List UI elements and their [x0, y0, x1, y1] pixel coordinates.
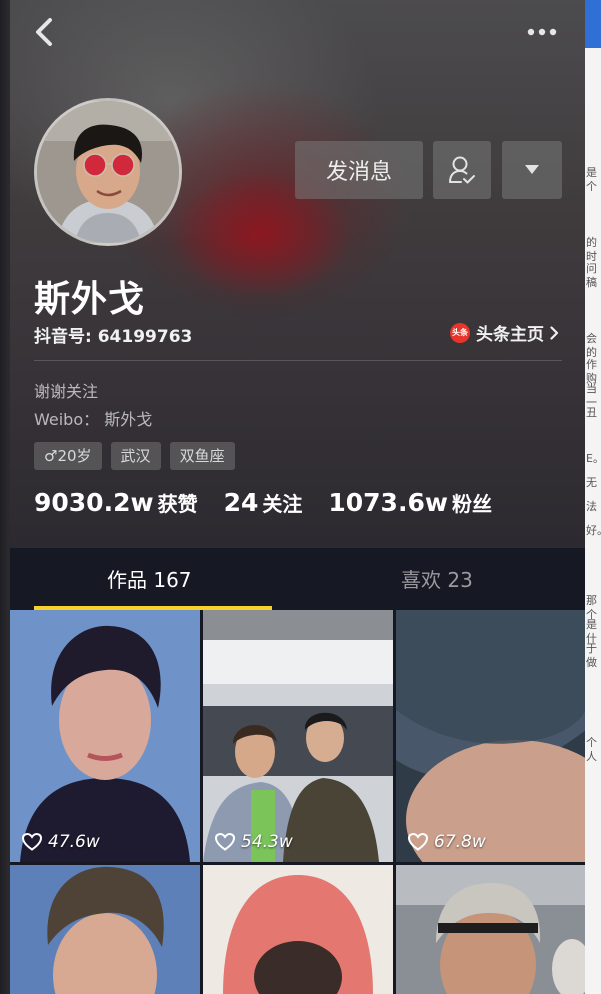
tag-gender-age: ♂20岁	[34, 442, 102, 470]
more-dropdown-button[interactable]	[502, 141, 562, 199]
toutiao-homepage-link[interactable]: 头条 头条主页	[450, 320, 559, 345]
more-options-icon[interactable]	[526, 24, 558, 40]
video-frame	[203, 610, 393, 862]
stat-number: 9030.2w	[34, 488, 154, 517]
tag-zodiac: 双鱼座	[169, 442, 235, 470]
likes-count: 67.8w	[434, 832, 486, 852]
video-frame	[10, 610, 200, 862]
stat-number: 24	[223, 488, 259, 517]
stat-label: 关注	[262, 492, 303, 516]
send-message-button[interactable]: 发消息	[295, 141, 423, 199]
content-tabs: 作品 167 喜欢 23	[10, 548, 585, 610]
back-icon[interactable]	[32, 16, 60, 48]
avatar-portrait	[37, 101, 179, 243]
bio-line: 谢谢关注	[34, 382, 99, 401]
video-grid: 47.6w 54.3w 67.8w	[10, 610, 585, 994]
douyin-id: 抖音号: 64199763	[34, 327, 193, 347]
background-document: 是个 的时 问稿 会的 作购 当一 丑 E。 无 法 好。 那个 是什 于做 个…	[585, 0, 601, 994]
video-thumbnail[interactable]: 47.6w	[10, 610, 200, 862]
tag-location: 武汉	[110, 442, 161, 470]
video-thumbnail[interactable]: 67.8w	[396, 610, 585, 862]
video-thumbnail[interactable]	[396, 865, 585, 994]
divider	[34, 360, 562, 361]
background-text: 于做	[586, 642, 597, 669]
background-text: 好。	[586, 524, 601, 537]
top-bar	[10, 0, 585, 64]
profile-name: 斯外戈	[34, 279, 146, 320]
background-text: 法	[586, 500, 597, 513]
video-frame	[396, 865, 585, 994]
stat-followers[interactable]: 1073.6w 粉丝	[328, 488, 492, 517]
background-text: 丑	[586, 406, 597, 419]
background-text: 个人	[586, 736, 597, 763]
video-likes: 67.8w	[408, 832, 486, 852]
stat-label: 获赞	[157, 492, 198, 516]
background-text: 问稿	[586, 262, 597, 289]
stat-number: 1073.6w	[328, 488, 448, 517]
heart-icon	[408, 833, 428, 851]
background-title-bar	[585, 0, 601, 48]
background-text: 是个	[586, 166, 597, 193]
video-frame	[10, 865, 200, 994]
stat-following[interactable]: 24 关注	[224, 488, 303, 517]
background-text: 无	[586, 476, 597, 489]
stat-label: 粉丝	[451, 492, 492, 516]
likes-count: 54.3w	[241, 832, 293, 852]
caret-down-icon	[525, 165, 539, 174]
avatar[interactable]	[34, 98, 182, 246]
stat-likes[interactable]: 9030.2w 获赞	[34, 488, 198, 517]
background-text: 的时	[586, 236, 597, 263]
bio: 谢谢关注 Weibo： 斯外戈	[34, 378, 152, 434]
likes-count: 47.6w	[48, 832, 100, 852]
profile-stats: 9030.2w 获赞 24 关注 1073.6w 粉丝	[34, 488, 492, 517]
heart-icon	[22, 833, 42, 851]
bio-weibo: Weibo： 斯外戈	[34, 410, 153, 429]
followed-button[interactable]	[433, 141, 491, 199]
video-thumbnail[interactable]	[203, 865, 393, 994]
toutiao-link-label: 头条主页	[476, 325, 544, 345]
video-likes: 54.3w	[215, 832, 293, 852]
video-frame	[396, 610, 585, 862]
background-text: 会的	[586, 332, 597, 359]
user-check-icon	[449, 156, 475, 184]
video-frame	[203, 865, 393, 994]
profile-tags: ♂20岁 武汉 双鱼座	[34, 442, 235, 470]
video-thumbnail[interactable]	[10, 865, 200, 994]
toutiao-logo-icon: 头条	[450, 322, 470, 343]
chevron-right-icon	[550, 325, 559, 340]
heart-icon	[215, 833, 235, 851]
tab-likes[interactable]: 喜欢 23	[401, 564, 473, 593]
phone-shadow	[0, 0, 10, 994]
profile-screen: 发消息 斯外戈 抖音号: 64199763 头条 头条主页 谢谢关注 Weibo…	[10, 0, 585, 994]
video-likes: 47.6w	[22, 832, 100, 852]
background-text: E。	[586, 452, 601, 465]
tab-works[interactable]: 作品 167	[107, 564, 192, 593]
video-thumbnail[interactable]: 54.3w	[203, 610, 393, 862]
